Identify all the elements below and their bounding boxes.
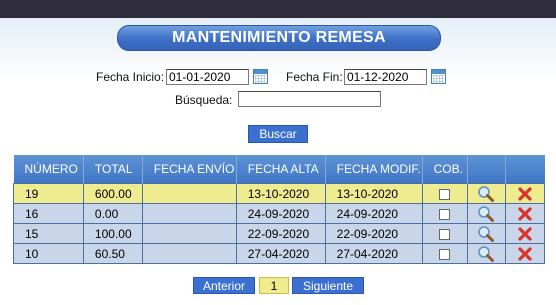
col-header-fecha-modif[interactable]: FECHA MODIF. [325, 155, 423, 184]
table-row[interactable]: 16 0.00 24-09-2020 24-09-2020 [13, 203, 545, 224]
pager-current-page: 1 [259, 277, 289, 294]
cob-checkbox[interactable] [439, 248, 451, 260]
cell-fecha-envio [141, 223, 237, 244]
table-header-row: NÚMERO TOTAL FECHA ENVÍO FECHA ALTA FECH… [13, 155, 545, 184]
col-header-cob: COB. [422, 155, 468, 184]
results-table: NÚMERO TOTAL FECHA ENVÍO FECHA ALTA FECH… [13, 155, 545, 264]
buscar-button[interactable]: Buscar [248, 125, 308, 143]
cell-total: 0.00 [82, 203, 143, 224]
table-row[interactable]: 19 600.00 13-10-2020 13-10-2020 [13, 183, 545, 204]
cell-fecha-alta: 24-09-2020 [235, 203, 326, 224]
cell-delete [505, 243, 545, 264]
cell-cob [421, 203, 468, 224]
cob-checkbox[interactable] [439, 208, 451, 220]
cell-numero: 10 [13, 243, 84, 264]
busqueda-label: Búsqueda: [175, 93, 233, 107]
magnifier-icon[interactable] [477, 225, 495, 243]
cell-total: 600.00 [82, 183, 143, 204]
cell-numero: 16 [13, 203, 84, 224]
cell-fecha-modif: 13-10-2020 [324, 183, 423, 204]
cell-view [466, 183, 507, 204]
cell-fecha-modif: 27-04-2020 [324, 243, 423, 264]
delete-x-icon[interactable] [518, 207, 532, 221]
fecha-inicio-label: Fecha Inicio: [96, 70, 165, 84]
cell-view [466, 243, 507, 264]
cell-total: 60.50 [82, 243, 143, 264]
cell-delete [505, 223, 545, 244]
cell-fecha-envio [141, 183, 237, 204]
cell-view [466, 203, 507, 224]
fecha-inicio-input[interactable] [166, 69, 249, 85]
delete-x-icon[interactable] [518, 227, 532, 241]
magnifier-icon[interactable] [477, 245, 495, 263]
window-top-bar [0, 0, 556, 18]
cell-cob [421, 183, 468, 204]
fecha-fin-label: Fecha Fin: [286, 70, 343, 84]
cell-fecha-envio [141, 203, 237, 224]
table-row[interactable]: 10 60.50 27-04-2020 27-04-2020 [13, 243, 545, 264]
cell-fecha-modif: 24-09-2020 [324, 203, 423, 224]
busqueda-input[interactable] [238, 91, 381, 107]
cell-fecha-modif: 22-09-2020 [324, 223, 423, 244]
delete-x-icon[interactable] [518, 247, 532, 261]
delete-x-icon[interactable] [518, 187, 532, 201]
cell-delete [505, 183, 545, 204]
magnifier-icon[interactable] [477, 185, 495, 203]
col-header-view [467, 155, 507, 184]
magnifier-icon[interactable] [477, 205, 495, 223]
col-header-delete [505, 155, 545, 184]
col-header-total[interactable]: TOTAL [83, 155, 143, 184]
cell-cob [421, 223, 468, 244]
col-header-fecha-envio[interactable]: FECHA ENVÍO [142, 155, 237, 184]
cob-checkbox[interactable] [439, 228, 451, 240]
cell-fecha-envio [141, 243, 237, 264]
cell-cob [421, 243, 468, 264]
cell-fecha-alta: 27-04-2020 [235, 243, 326, 264]
cell-numero: 19 [13, 183, 84, 204]
calendar-icon[interactable] [253, 69, 268, 84]
pager-prev-button[interactable]: Anterior [193, 277, 255, 294]
cell-fecha-alta: 22-09-2020 [235, 223, 326, 244]
cell-view [466, 223, 507, 244]
pager-next-button[interactable]: Siguiente [292, 277, 364, 294]
cell-numero: 15 [13, 223, 84, 244]
page-title: MANTENIMIENTO REMESA [117, 25, 441, 51]
col-header-fecha-alta[interactable]: FECHA ALTA [236, 155, 326, 184]
calendar-icon[interactable] [431, 69, 446, 84]
cell-fecha-alta: 13-10-2020 [235, 183, 326, 204]
cob-checkbox[interactable] [439, 188, 451, 200]
table-row[interactable]: 15 100.00 22-09-2020 22-09-2020 [13, 223, 545, 244]
cell-delete [505, 203, 545, 224]
fecha-fin-input[interactable] [344, 69, 427, 85]
col-header-numero[interactable]: NÚMERO [13, 155, 84, 184]
cell-total: 100.00 [82, 223, 143, 244]
